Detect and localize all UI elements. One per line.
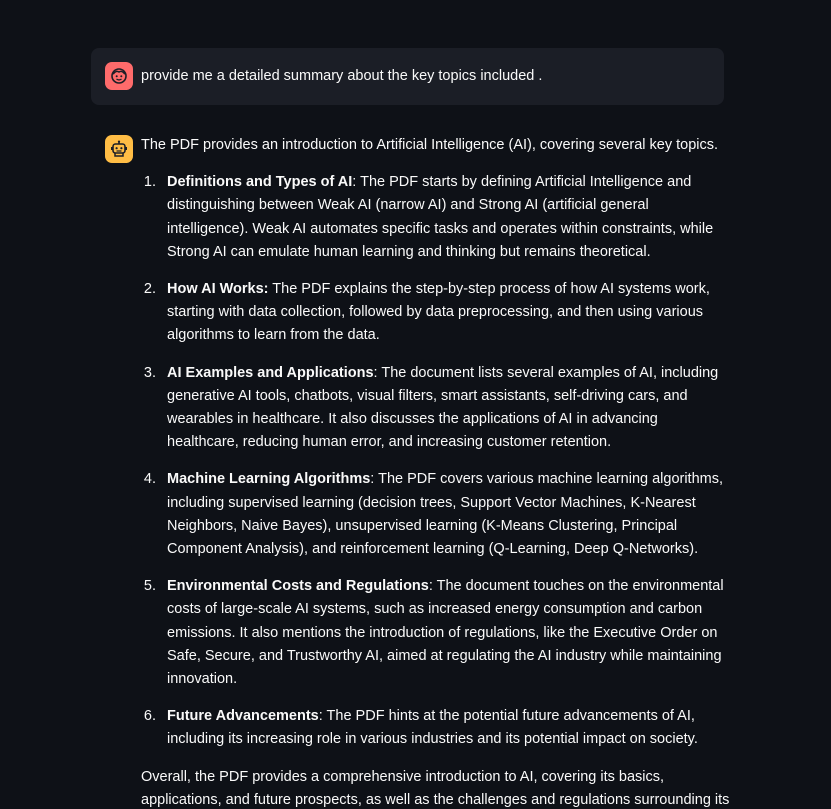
robot-icon xyxy=(111,140,127,157)
assistant-outro: Overall, the PDF provides a comprehensiv… xyxy=(141,768,730,808)
topic-heading: How AI Works: xyxy=(167,281,269,298)
topic-heading: Future Advancements xyxy=(167,708,319,725)
topic-heading: Environmental Costs and Regulations xyxy=(167,578,429,595)
topic-text: : The document touches on the environmen… xyxy=(167,578,724,688)
list-number: 5. xyxy=(143,578,156,595)
assistant-message: The PDF provides an introduction to Arti… xyxy=(141,134,731,809)
topic-heading: Definitions and Types of AI xyxy=(167,174,353,191)
list-item: 1. Definitions and Types of AI: The PDF s… xyxy=(141,171,731,264)
list-item: 5. Environmental Costs and Regulations: T… xyxy=(141,575,731,691)
list-number: 1. xyxy=(143,174,156,191)
list-number: 3. xyxy=(143,364,156,381)
list-number: 4. xyxy=(143,471,156,488)
user-face-icon xyxy=(111,68,127,84)
user-message: provide me a detailed summary about the … xyxy=(91,48,724,105)
user-avatar xyxy=(105,62,133,90)
list-item: 2. How AI Works: The PDF explains the ste… xyxy=(141,278,731,348)
list-item: 6. Future Advancements: The PDF hints at … xyxy=(141,705,731,751)
topic-list: 1. Definitions and Types of AI: The PDF s… xyxy=(141,171,731,751)
topic-heading: AI Examples and Applications xyxy=(167,364,374,381)
list-number: 2. xyxy=(143,281,156,298)
assistant-intro: The PDF provides an introduction to Arti… xyxy=(141,137,719,153)
list-item: 3. AI Examples and Applications: The docu… xyxy=(141,362,731,455)
assistant-avatar xyxy=(105,135,133,163)
list-item: 4. Machine Learning Algorithms: The PDF c… xyxy=(141,468,731,561)
user-message-text: provide me a detailed summary about the … xyxy=(141,68,543,84)
topic-heading: Machine Learning Algorithms xyxy=(167,471,371,488)
list-number: 6. xyxy=(143,708,156,725)
